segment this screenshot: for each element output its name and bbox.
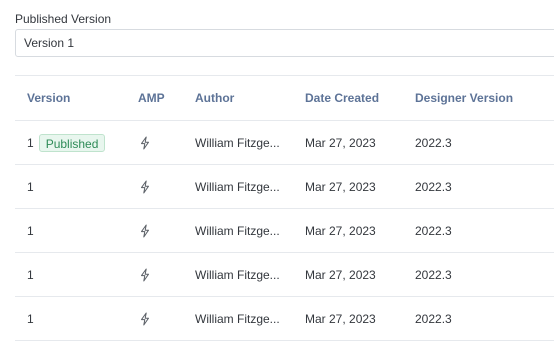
amp-cell (138, 165, 152, 208)
date-created-cell: Mar 27, 2023 (305, 223, 376, 238)
designer-version-cell: 2022.3 (415, 311, 452, 326)
table-header-row: Version AMP Author Date Created Designer… (15, 76, 554, 121)
version-number: 1 (27, 135, 34, 150)
designer-version-cell: 2022.3 (415, 179, 452, 194)
date-created-cell: Mar 27, 2023 (305, 267, 376, 282)
version-cell: 1 (27, 165, 34, 208)
version-number: 1 (27, 223, 34, 238)
version-cell: 1 (27, 253, 34, 296)
version-cell: 1 Published (27, 121, 106, 164)
author-cell: William Fitzge... (195, 311, 280, 326)
version-cell: 1 (27, 209, 34, 252)
table-row[interactable]: 1 William Fitzge... Mar 27, 2023 2022.3 (15, 297, 554, 341)
column-header-designer-version[interactable]: Designer Version (415, 76, 513, 120)
designer-version-cell: 2022.3 (415, 135, 452, 150)
published-version-value: Version 1 (24, 36, 75, 50)
author-cell: William Fitzge... (195, 135, 280, 150)
amp-cell (138, 297, 152, 340)
published-badge: Published (38, 133, 106, 152)
column-header-version[interactable]: Version (27, 76, 70, 120)
version-number: 1 (27, 311, 34, 326)
author-cell: William Fitzge... (195, 179, 280, 194)
date-created-cell: Mar 27, 2023 (305, 311, 376, 326)
table-row[interactable]: 1 Published William Fitzge... Mar 27, 202… (15, 121, 554, 165)
column-header-date-created[interactable]: Date Created (305, 76, 379, 120)
date-created-cell: Mar 27, 2023 (305, 179, 376, 194)
column-header-author[interactable]: Author (195, 76, 234, 120)
author-cell: William Fitzge... (195, 223, 280, 238)
version-cell: 1 (27, 297, 34, 340)
published-version-select[interactable]: Version 1 (15, 29, 554, 57)
date-created-cell: Mar 27, 2023 (305, 135, 376, 150)
amp-cell (138, 253, 152, 296)
versions-table: Version AMP Author Date Created Designer… (15, 75, 554, 341)
bolt-icon (138, 224, 152, 238)
author-cell: William Fitzge... (195, 267, 280, 282)
table-row[interactable]: 1 William Fitzge... Mar 27, 2023 2022.3 (15, 253, 554, 297)
amp-cell (138, 209, 152, 252)
version-number: 1 (27, 179, 34, 194)
bolt-icon (138, 312, 152, 326)
designer-version-cell: 2022.3 (415, 223, 452, 238)
designer-version-cell: 2022.3 (415, 267, 452, 282)
bolt-icon (138, 180, 152, 194)
bolt-icon (138, 268, 152, 282)
table-row[interactable]: 1 William Fitzge... Mar 27, 2023 2022.3 (15, 165, 554, 209)
version-number: 1 (27, 267, 34, 282)
published-version-label: Published Version (15, 12, 112, 26)
table-row[interactable]: 1 William Fitzge... Mar 27, 2023 2022.3 (15, 209, 554, 253)
column-header-amp[interactable]: AMP (138, 76, 165, 120)
amp-cell (138, 121, 152, 164)
bolt-icon (138, 136, 152, 150)
